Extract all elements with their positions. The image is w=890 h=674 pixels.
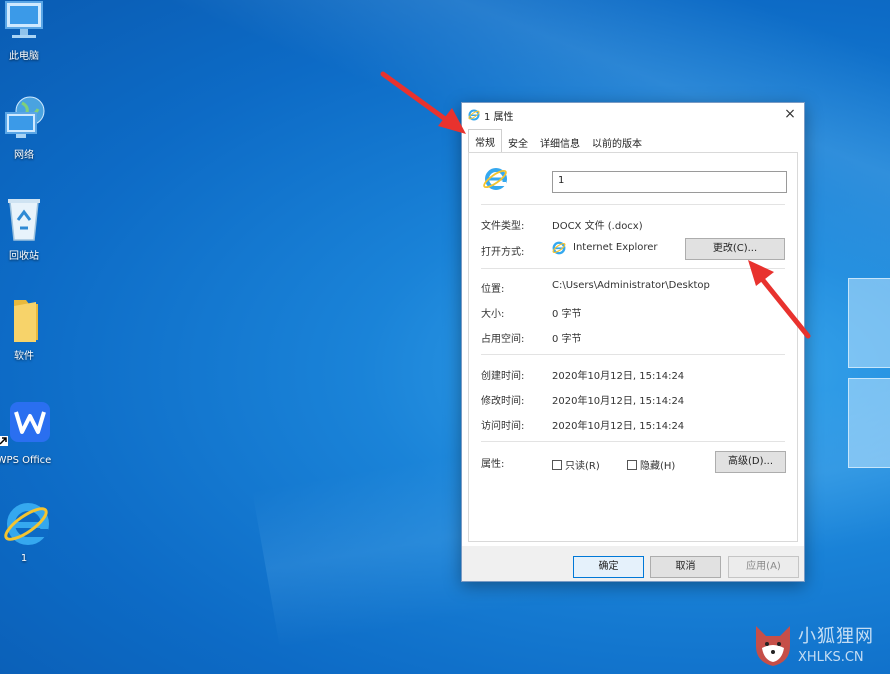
tab-security[interactable]: 安全	[502, 131, 534, 153]
dialog-tabs: 常规 安全 详细信息 以前的版本	[468, 129, 648, 153]
desktop-icon-label: 1	[20, 553, 28, 564]
created-value: 2020年10月12日, 15:14:24	[552, 371, 685, 382]
checkbox-box[interactable]	[627, 459, 637, 470]
accessed-value: 2020年10月12日, 15:14:24	[552, 421, 685, 432]
modified-value: 2020年10月12日, 15:14:24	[552, 396, 685, 407]
hidden-checkbox[interactable]: 隐藏(H)	[627, 457, 675, 472]
ok-button[interactable]: 确定	[573, 556, 644, 578]
computer-icon	[5, 1, 43, 38]
tab-previous-versions[interactable]: 以前的版本	[586, 131, 648, 153]
watermark: 小狐狸网 XHLKS.CN	[752, 622, 890, 670]
opens-with-label: 打开方式:	[481, 247, 525, 258]
general-tab-panel: 1 文件类型: DOCX 文件 (.docx) 打开方式: Internet E…	[468, 152, 798, 542]
desktop-icon-label: WPS Office	[0, 455, 52, 466]
recycle-bin-icon	[8, 199, 40, 241]
properties-dialog: 1 属性 × 常规 安全 详细信息 以前的版本 1 文件类型: DOCX 文件 …	[461, 102, 805, 582]
size-value: 0 字节	[552, 309, 582, 320]
separator	[481, 354, 785, 355]
dialog-titlebar[interactable]: 1 属性 ×	[462, 103, 804, 127]
desktop-icon-recycle-bin[interactable]: 回收站	[0, 196, 59, 262]
windows-logo-wallpaper	[848, 278, 890, 478]
readonly-label: 只读(R)	[565, 461, 600, 472]
modified-label: 修改时间:	[481, 396, 525, 407]
tab-details[interactable]: 详细信息	[534, 131, 586, 153]
size-label: 大小:	[481, 309, 505, 320]
internet-explorer-icon	[483, 168, 507, 190]
fox-logo-icon	[756, 626, 790, 666]
watermark-en: XHLKS.CN	[798, 650, 864, 665]
internet-explorer-icon	[468, 109, 480, 121]
annotation-arrow	[380, 71, 466, 134]
filename-input[interactable]: 1	[552, 171, 787, 193]
hidden-label: 隐藏(H)	[640, 461, 676, 472]
opens-with-value: Internet Explorer	[573, 242, 658, 253]
separator	[481, 441, 785, 442]
wps-office-icon	[0, 402, 50, 446]
desktop-icon-ie-file[interactable]: 1	[0, 500, 59, 564]
desktop-icon-wps-office[interactable]: WPS Office	[0, 400, 59, 466]
desktop-icon-label: 回收站	[9, 251, 39, 262]
watermark-cn: 小狐狸网	[798, 626, 874, 647]
tab-general[interactable]: 常规	[468, 129, 502, 153]
file-type-label: 文件类型:	[481, 221, 525, 232]
location-value: C:\Users\Administrator\Desktop	[552, 280, 710, 291]
folder-icon	[14, 300, 38, 342]
separator	[481, 204, 785, 205]
internet-explorer-icon	[552, 241, 566, 255]
desktop-icon-software-folder[interactable]: 软件	[0, 298, 59, 362]
close-icon[interactable]: ×	[782, 106, 798, 122]
network-icon	[5, 96, 45, 138]
separator	[481, 268, 785, 269]
cancel-button[interactable]: 取消	[650, 556, 721, 578]
apply-button[interactable]: 应用(A)	[728, 556, 799, 578]
desktop-icon-label: 网络	[14, 150, 34, 161]
location-label: 位置:	[481, 284, 505, 295]
readonly-checkbox[interactable]: 只读(R)	[552, 457, 600, 472]
advanced-button[interactable]: 高级(D)...	[715, 451, 786, 473]
desktop-icon-this-pc[interactable]: 此电脑	[0, 0, 59, 62]
internet-explorer-icon	[4, 503, 49, 545]
dialog-title: 1 属性	[484, 111, 514, 123]
change-button[interactable]: 更改(C)...	[685, 238, 785, 260]
desktop-icon-label: 软件	[14, 351, 34, 362]
size-on-disk-value: 0 字节	[552, 334, 582, 345]
watermark-text: 小狐狸网 XHLKS.CN	[798, 622, 874, 665]
created-label: 创建时间:	[481, 371, 525, 382]
attributes-label: 属性:	[481, 459, 505, 470]
desktop-icon-network[interactable]: 网络	[0, 95, 59, 161]
file-type-value: DOCX 文件 (.docx)	[552, 221, 643, 232]
accessed-label: 访问时间:	[481, 421, 525, 432]
dialog-footer: 确定 取消 应用(A)	[462, 546, 804, 581]
desktop-icon-label: 此电脑	[9, 51, 39, 62]
checkbox-box[interactable]	[552, 459, 562, 470]
size-on-disk-label: 占用空间:	[481, 334, 525, 345]
